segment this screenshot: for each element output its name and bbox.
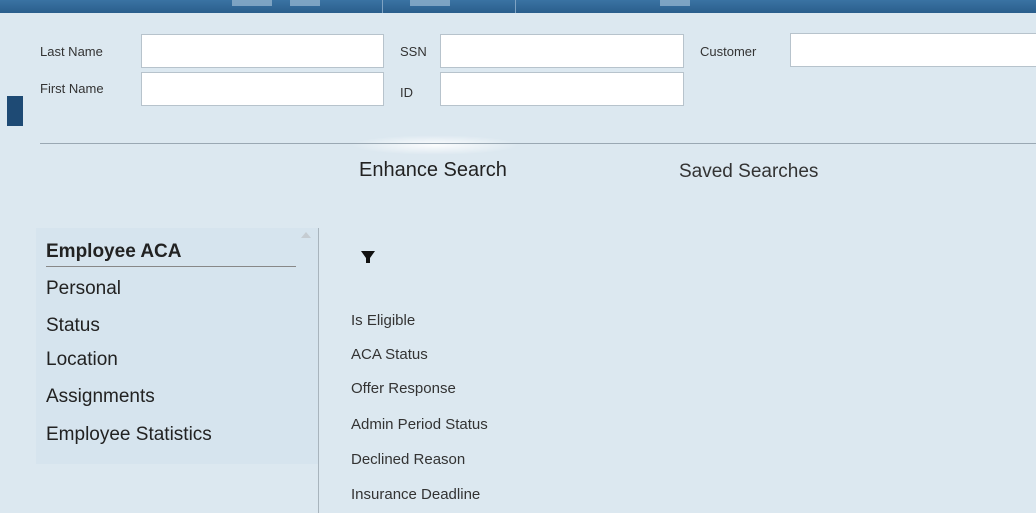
category-employee-aca[interactable]: Employee ACA <box>46 241 182 263</box>
customer-label: Customer <box>700 44 757 59</box>
category-assignments[interactable]: Assignments <box>46 386 155 408</box>
field-aca-status[interactable]: ACA Status <box>351 346 428 363</box>
id-label: ID <box>400 85 413 100</box>
field-insurance-deadline[interactable]: Insurance Deadline <box>351 486 480 503</box>
category-employee-statistics[interactable]: Employee Statistics <box>46 424 212 446</box>
category-status[interactable]: Status <box>46 315 100 337</box>
top-toolbar <box>0 0 1036 13</box>
field-is-eligible[interactable]: Is Eligible <box>351 312 415 329</box>
toolbar-divider <box>515 0 516 13</box>
category-location[interactable]: Location <box>46 349 118 371</box>
toolbar-icon[interactable] <box>660 0 690 6</box>
tab-enhance-search[interactable]: Enhance Search <box>359 159 507 182</box>
first-name-input[interactable] <box>141 72 384 106</box>
filter-icon[interactable] <box>358 247 378 267</box>
field-offer-response[interactable]: Offer Response <box>351 380 456 397</box>
category-list: Employee ACA Personal Status Location As… <box>36 228 318 464</box>
toolbar-icon[interactable] <box>232 0 272 6</box>
active-tab-highlight <box>350 135 520 155</box>
scroll-up-arrow-icon[interactable] <box>301 232 311 238</box>
field-declined-reason[interactable]: Declined Reason <box>351 451 465 468</box>
star-icon[interactable] <box>290 0 320 6</box>
last-name-label: Last Name <box>40 44 103 59</box>
customer-input[interactable] <box>790 33 1036 67</box>
selected-category-underline <box>46 266 296 267</box>
tab-saved-searches[interactable]: Saved Searches <box>679 161 818 183</box>
first-name-label: First Name <box>40 81 104 96</box>
panel-separator <box>318 228 319 513</box>
tab-divider <box>40 143 1036 144</box>
toolbar-divider <box>382 0 383 13</box>
field-admin-period-status[interactable]: Admin Period Status <box>351 416 488 433</box>
side-tab-marker <box>7 96 23 126</box>
category-personal[interactable]: Personal <box>46 278 121 300</box>
last-name-input[interactable] <box>141 34 384 68</box>
ssn-label: SSN <box>400 44 427 59</box>
ssn-input[interactable] <box>440 34 684 68</box>
toolbar-icon[interactable] <box>410 0 450 6</box>
id-input[interactable] <box>440 72 684 106</box>
